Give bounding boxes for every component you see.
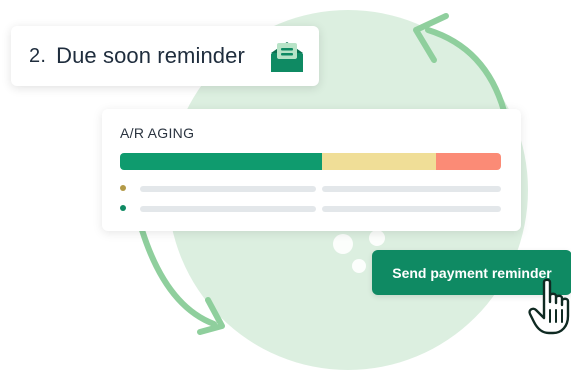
- reminder-number: 2.: [29, 44, 47, 67]
- aging-title: A/R AGING: [120, 125, 195, 141]
- legend-dot: [120, 185, 126, 191]
- envelope-open-icon: [271, 42, 303, 72]
- reminder-title: Due soon reminder: [56, 43, 245, 68]
- legend-row: [120, 185, 501, 193]
- aging-segment-current: [120, 153, 322, 170]
- legend-dot: [120, 205, 126, 211]
- reminder-card: 2. Due soon reminder: [11, 26, 319, 86]
- legend-row: [120, 205, 501, 213]
- aging-segment-overdue: [436, 153, 501, 170]
- legend-placeholder: [140, 186, 316, 192]
- legend-placeholder: [140, 206, 316, 212]
- legend-placeholder: [322, 186, 501, 192]
- aging-segment-due-soon: [321, 153, 437, 170]
- aging-bar: [120, 153, 501, 170]
- legend-placeholder: [322, 206, 501, 212]
- send-payment-reminder-button[interactable]: Send payment reminder: [372, 250, 571, 295]
- ar-aging-card: A/R AGING: [102, 109, 521, 231]
